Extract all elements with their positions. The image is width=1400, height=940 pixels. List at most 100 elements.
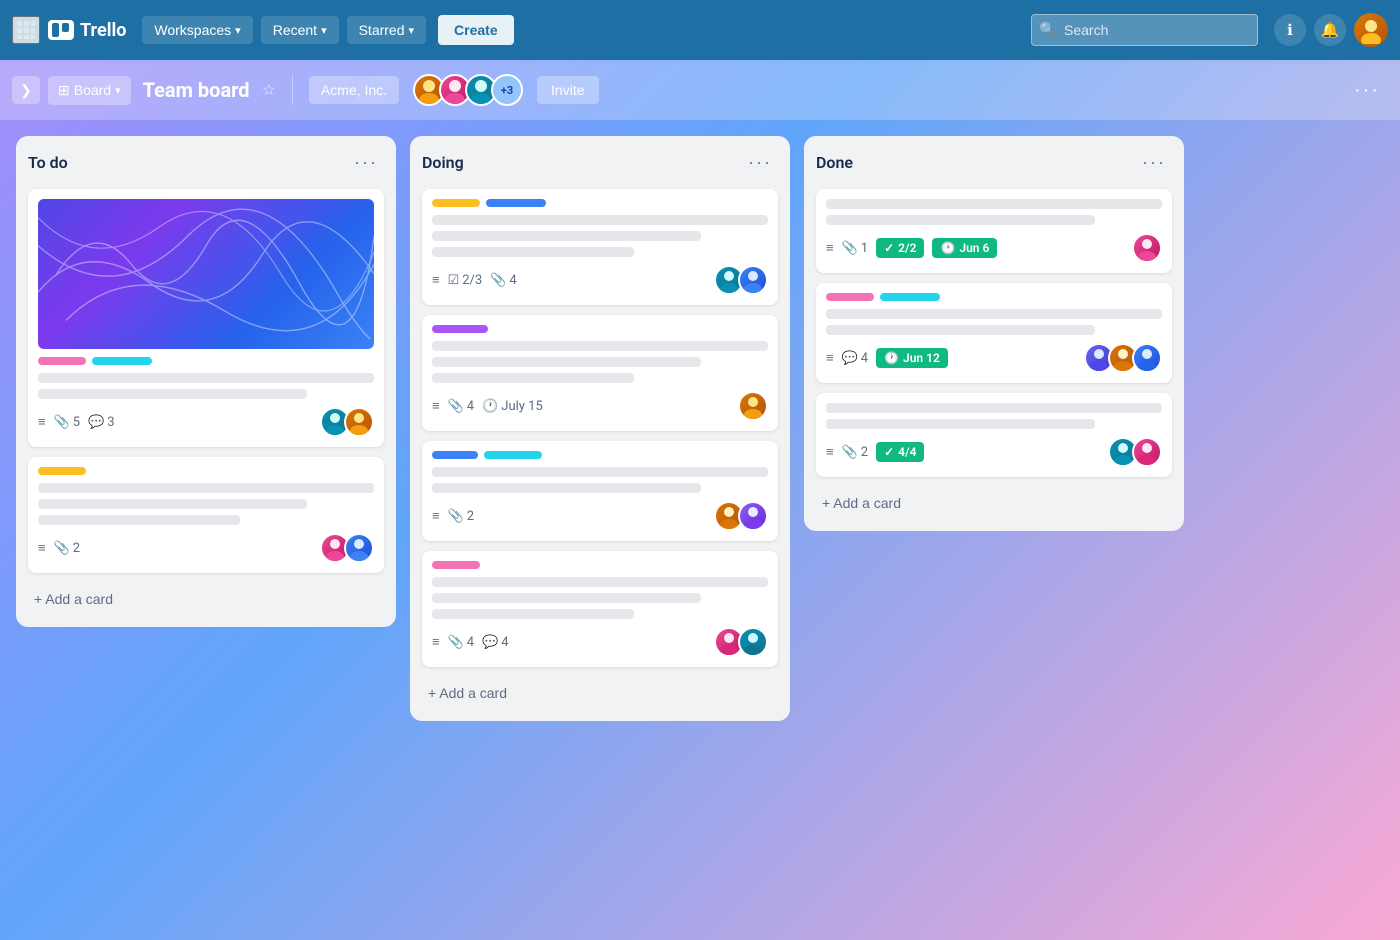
- workspaces-menu[interactable]: Workspaces ▾: [142, 16, 252, 44]
- card-1-attach: 📎 5: [54, 415, 81, 430]
- dc2-line-1: [432, 341, 768, 351]
- hamburger-icon-d2: ≡: [432, 398, 440, 414]
- board-title: Team board: [143, 78, 250, 102]
- dc4-comment: 💬 4: [482, 635, 509, 650]
- done-add-card-button[interactable]: + Add a card: [816, 487, 1172, 519]
- label-cyan-d3: [484, 451, 542, 459]
- todo-add-card-button[interactable]: + Add a card: [28, 583, 384, 615]
- hamburger-icon: ≡: [38, 414, 46, 430]
- dnc1-checklist-badge: ✓ 2/2: [876, 238, 924, 258]
- sidebar-toggle-button[interactable]: ❯: [12, 76, 40, 104]
- member-avatars: +3: [413, 74, 523, 106]
- done-column-header: Done ···: [816, 148, 1172, 179]
- notifications-button[interactable]: 🔔: [1314, 14, 1346, 46]
- dnc1-due-badge: 🕐 Jun 6: [932, 238, 997, 258]
- dnc1-line-2: [826, 215, 1095, 225]
- label-purple-d2: [432, 325, 488, 333]
- hamburger-icon-dn3: ≡: [826, 444, 834, 460]
- user-avatar[interactable]: [1354, 13, 1388, 47]
- doing-add-card-button[interactable]: + Add a card: [422, 677, 778, 709]
- done-column-menu-button[interactable]: ···: [1136, 150, 1172, 175]
- dc2-avatar-1: [738, 391, 768, 421]
- hamburger-icon-2: ≡: [38, 540, 46, 556]
- recent-chevron: ▾: [321, 24, 327, 37]
- board-view-icon: ⊞: [58, 82, 70, 99]
- check-icon-dn1: ✓: [884, 241, 894, 255]
- info-button[interactable]: ℹ: [1274, 14, 1306, 46]
- done-card-1-meta: ≡ 📎 1 ✓ 2/2 🕐 Jun 6: [826, 238, 1122, 258]
- dc4-av2: [740, 629, 766, 655]
- board-more-button[interactable]: ···: [1346, 75, 1388, 106]
- create-button[interactable]: Create: [438, 15, 514, 45]
- comment-icon: 💬: [88, 415, 104, 430]
- done-card-3[interactable]: ≡ 📎 2 ✓ 4/4: [816, 393, 1172, 477]
- dnc1-av1: [1134, 235, 1160, 261]
- done-card-2[interactable]: ≡ 💬 4 🕐 Jun 12: [816, 283, 1172, 383]
- todo-card-1[interactable]: ≡ 📎 5 💬 3: [28, 189, 384, 447]
- starred-menu[interactable]: Starred ▾: [347, 16, 426, 44]
- todo-card-2[interactable]: ≡ 📎 2: [28, 457, 384, 573]
- doing-card-1[interactable]: ≡ ☑ 2/3 📎 4: [422, 189, 778, 305]
- dc1-avatar-2: [738, 265, 768, 295]
- board-view-chevron: ▾: [115, 84, 121, 97]
- dc2-line-3: [432, 373, 634, 383]
- trello-logo-icon: [48, 20, 74, 40]
- navbar: Trello Workspaces ▾ Recent ▾ Starred ▾ C…: [0, 0, 1400, 60]
- recent-menu[interactable]: Recent ▾: [261, 16, 339, 44]
- dc1-av2: [740, 267, 766, 293]
- grid-menu-button[interactable]: [12, 16, 40, 44]
- todo-column-title: To do: [28, 153, 68, 172]
- clock-icon-d2: 🕐: [482, 399, 498, 414]
- dnc2-due-badge: 🕐 Jun 12: [876, 348, 948, 368]
- doing-card-4[interactable]: ≡ 📎 4 💬 4: [422, 551, 778, 667]
- dc1-checklist: ☑ 2/3: [448, 273, 483, 288]
- done-card-3-footer: ≡ 📎 2 ✓ 4/4: [826, 437, 1162, 467]
- done-card-2-meta: ≡ 💬 4 🕐 Jun 12: [826, 348, 1074, 368]
- invite-button[interactable]: Invite: [537, 76, 598, 104]
- card-2-footer: ≡ 📎 2: [38, 533, 374, 563]
- done-card-1-footer: ≡ 📎 1 ✓ 2/2 🕐 Jun 6: [826, 233, 1162, 263]
- done-card-1-avatars: [1132, 233, 1162, 263]
- dnc3-attach: 📎 2: [842, 445, 869, 460]
- doing-card-1-avatars: [714, 265, 768, 295]
- member-count-badge[interactable]: +3: [491, 74, 523, 106]
- dc3-line-2: [432, 483, 701, 493]
- board-view-button[interactable]: ⊞ Board ▾: [48, 76, 131, 105]
- attach-icon-d2: 📎: [448, 399, 464, 414]
- doing-column: Doing ··· ≡ ☑ 2/3 📎: [410, 136, 790, 721]
- doing-card-3-labels: [432, 451, 768, 459]
- done-column: Done ··· ≡ 📎 1 ✓ 2/2 �: [804, 136, 1184, 531]
- done-card-1[interactable]: ≡ 📎 1 ✓ 2/2 🕐 Jun 6: [816, 189, 1172, 273]
- hamburger-icon-d1: ≡: [432, 272, 440, 288]
- doing-card-2-meta: ≡ 📎 4 🕐 July 15: [432, 398, 728, 414]
- card-avatar-blue: [346, 535, 372, 561]
- card-1-meta: ≡ 📎 5 💬 3: [38, 414, 310, 430]
- star-button[interactable]: ☆: [262, 80, 276, 100]
- search-container: 🔍: [1031, 14, 1258, 46]
- dnc1-attach: 📎 1: [842, 241, 869, 256]
- search-input[interactable]: [1031, 14, 1258, 46]
- doing-column-menu-button[interactable]: ···: [742, 150, 778, 175]
- card-2-attach: 📎 2: [54, 541, 81, 556]
- avatar-image: [1357, 16, 1385, 44]
- todo-column-menu-button[interactable]: ···: [348, 150, 384, 175]
- doing-card-4-meta: ≡ 📎 4 💬 4: [432, 634, 704, 650]
- doing-card-2[interactable]: ≡ 📎 4 🕐 July 15: [422, 315, 778, 431]
- todo-column-header: To do ···: [28, 148, 384, 179]
- trello-wordmark: Trello: [80, 20, 126, 41]
- doing-card-3-meta: ≡ 📎 2: [432, 508, 704, 524]
- trello-logo[interactable]: Trello: [48, 20, 126, 41]
- todo-column: To do ··· ≡: [16, 136, 396, 627]
- workspace-button[interactable]: Acme, Inc.: [309, 76, 399, 104]
- dc3-av2: [740, 503, 766, 529]
- doing-card-1-labels: [432, 199, 768, 207]
- doing-card-3-avatars: [714, 501, 768, 531]
- doing-card-3[interactable]: ≡ 📎 2: [422, 441, 778, 541]
- dc1-line-1: [432, 215, 768, 225]
- done-card-2-labels: [826, 293, 1162, 301]
- starred-chevron: ▾: [409, 24, 415, 37]
- attach-icon: 📎: [54, 415, 70, 430]
- attach-icon-d3: 📎: [448, 509, 464, 524]
- dc4-line-3: [432, 609, 634, 619]
- label-yellow-d1: [432, 199, 480, 207]
